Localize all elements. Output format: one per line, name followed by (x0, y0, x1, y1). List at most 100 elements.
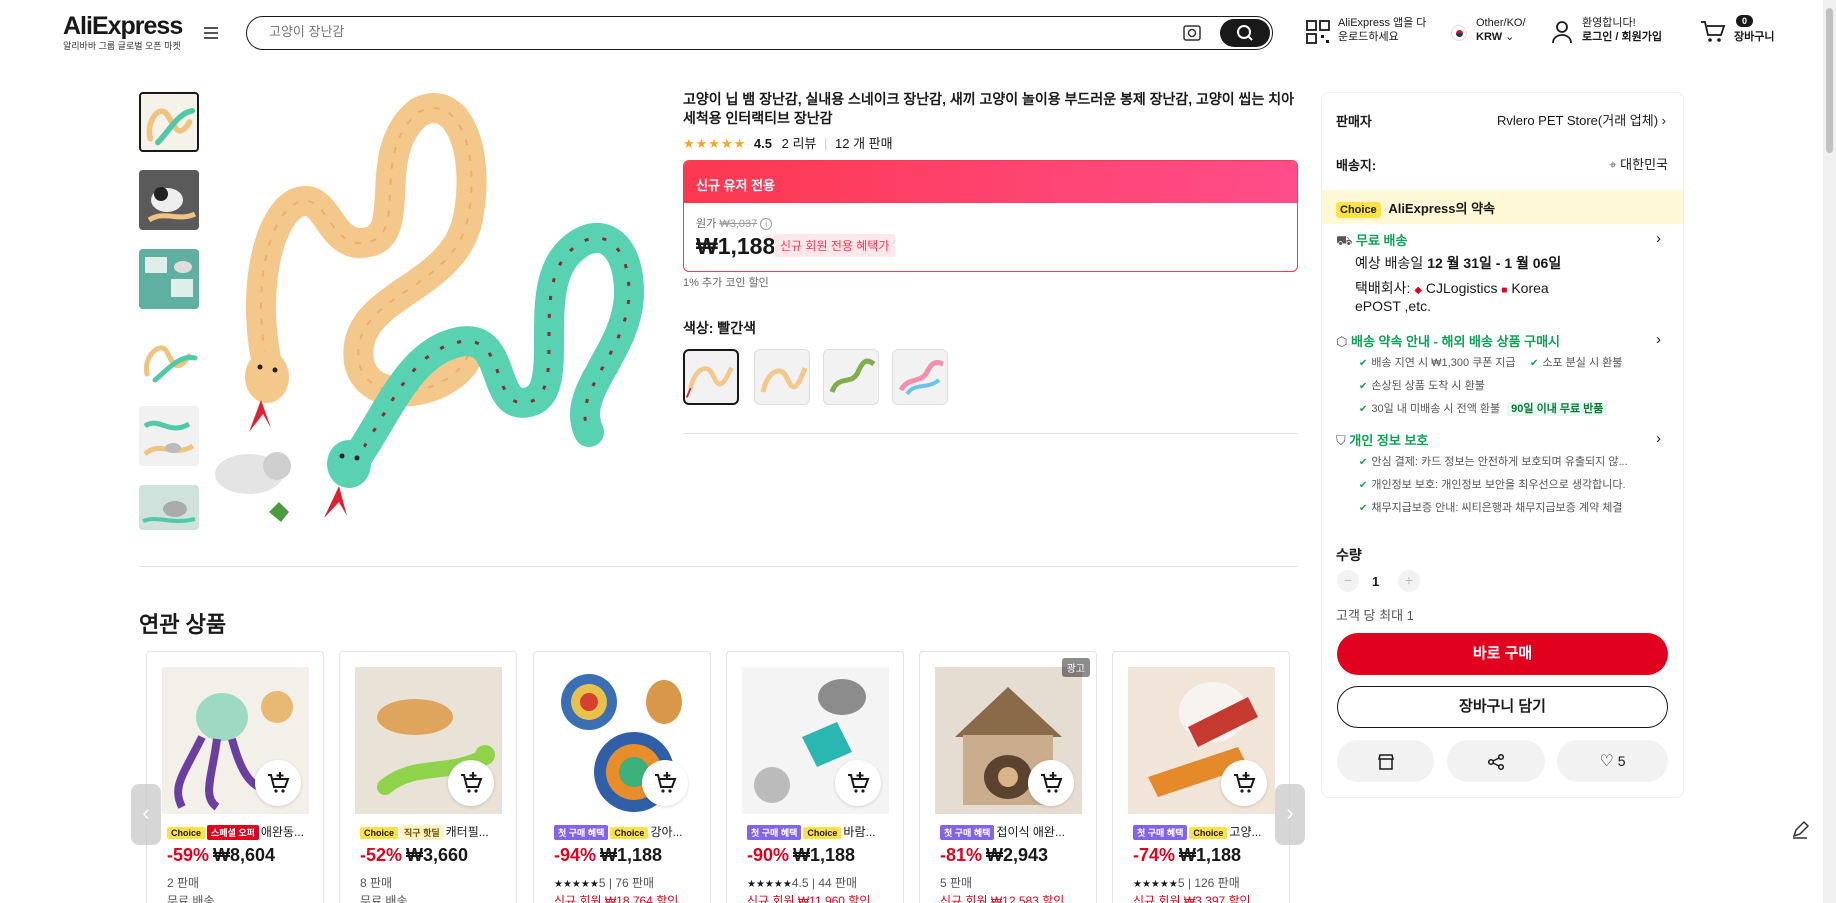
search-input[interactable] (269, 24, 1169, 39)
product-price: -81% ₩2,943 (940, 845, 1049, 865)
share-icon (1487, 754, 1505, 771)
logo-text[interactable]: AliExpress (63, 12, 183, 41)
product-card[interactable]: 첫 구매 혜택 Choice 강아... -94% ₩1,188 ★★★★★5 | 7… (533, 651, 711, 903)
store-button[interactable] (1337, 740, 1434, 782)
seller-label: 판매자 (1336, 114, 1372, 129)
search-button[interactable] (1220, 19, 1270, 47)
color-swatch-yellow[interactable] (754, 349, 810, 405)
product-card[interactable]: Choice 직구 핫딜 캐터필... -52% ₩3,660 8 판매 무료 배송 (339, 651, 517, 903)
product-card[interactable]: 첫 구매 혜택 Choice 고양... -74% ₩1,188 ★★★★★5 | 1… (1112, 651, 1290, 903)
chevron-right-icon[interactable]: › (1656, 331, 1661, 348)
coin-discount: 1% 추가 코인 할인 (683, 277, 769, 289)
add-to-cart-icon[interactable] (642, 760, 688, 806)
chevron-right-icon[interactable]: › (1656, 230, 1661, 247)
thumbnail-4[interactable] (139, 328, 199, 388)
logo-tagline: 알리바바 그룹 글로벌 오픈 마켓 (63, 41, 181, 51)
thumbnail-5[interactable] (139, 406, 199, 466)
color-swatch-red[interactable] (683, 349, 739, 405)
truck-icon: ⛟ (1336, 233, 1353, 248)
chevron-down-icon: ⌄ (1505, 31, 1515, 43)
rating-stars-icon: ★★★★★ (683, 136, 747, 151)
product-new-user-discount: 신규 회원 ₩3,397 할인 (1133, 894, 1251, 903)
privacy-item: ✔ 안심 결제: 카드 정보는 안전하게 보호되며 유출되지 않... (1359, 456, 1628, 468)
privacy-row[interactable]: ⛉ 개인 정보 보호 (1336, 430, 1428, 449)
qr-code-icon[interactable] (1306, 20, 1330, 44)
user-icon[interactable] (1551, 20, 1573, 44)
thumbnail-3[interactable] (139, 249, 199, 309)
page-scrollbar[interactable] (1823, 0, 1836, 903)
add-to-cart-button[interactable]: 장바구니 담기 (1337, 686, 1668, 728)
search-icon (1237, 25, 1253, 41)
product-name: 고양... (1229, 825, 1262, 839)
seller-link[interactable]: Rvlero PET Store(거래 업체) › (1489, 110, 1666, 129)
cj-logo-icon: ◆ (1414, 285, 1423, 296)
account-menu[interactable]: 환영합니다! 로그인 / 회원가입 (1582, 16, 1662, 44)
related-products-title: 연관 상품 (139, 612, 227, 637)
product-name: 접이식 애완... (996, 825, 1065, 839)
image-search-icon[interactable] (1182, 24, 1202, 42)
quantity-increase-button[interactable]: + (1398, 570, 1420, 592)
menu-icon[interactable] (202, 24, 220, 40)
carousel-next-button[interactable]: › (1275, 784, 1305, 845)
reviews-link[interactable]: 2 리뷰 (782, 136, 817, 151)
thumbnail-2[interactable] (139, 170, 199, 230)
product-price: -94% ₩1,188 (554, 845, 663, 865)
add-to-cart-icon[interactable] (448, 760, 494, 806)
product-rating: ★★★★★5 | 76 판매 (554, 876, 655, 890)
store-icon (1377, 754, 1394, 771)
product-card[interactable]: Choice 스페셜 오퍼 애완동... -59% ₩8,604 2 판매 무료 배송 (146, 651, 324, 903)
thumbnail-1[interactable] (139, 92, 199, 152)
locale-selector[interactable]: Other/KO/ KRW ⌄ (1476, 16, 1526, 44)
add-to-cart-icon[interactable] (835, 760, 881, 806)
ship-to-value[interactable]: ⌖ 대한민국 (1598, 154, 1668, 173)
ad-badge: 광고 (1061, 658, 1090, 677)
free-shipping-row[interactable]: ⛟ 무료 배송 (1336, 230, 1407, 251)
rating-row: ★★★★★ 4.5 2 리뷰 | 12 개 판매 (683, 136, 893, 151)
add-to-cart-icon[interactable] (1221, 760, 1267, 806)
product-card[interactable]: 첫 구매 혜택 Choice 바람... -90% ₩1,188 ★★★★★4.5 |… (726, 651, 904, 903)
color-swatch-pink[interactable] (892, 349, 948, 405)
new-user-promo: 신규 유저 전용 원가 ₩3,037 i ₩1,188 신규 회원 전용 혜택가 (683, 160, 1298, 272)
cart-icon[interactable] (1700, 20, 1726, 44)
chevron-right-icon: › (1661, 113, 1666, 128)
sold-count: 12 개 판매 (835, 136, 893, 151)
chevron-left-icon: ‹ (142, 800, 150, 825)
add-to-cart-icon[interactable] (1028, 760, 1074, 806)
product-name: 바람... (843, 825, 876, 839)
info-icon[interactable]: i (760, 218, 773, 230)
product-card[interactable]: 광고 첫 구매 혜택 접이식 애완... -81% ₩2,943 5 판매 신규 회… (919, 651, 1097, 903)
delivery-promise-row[interactable]: ⬡ 배송 약속 안내 - 해외 배송 상품 구매시 (1336, 331, 1560, 350)
free-return-badge: 90일 이내 무료 반품 (1507, 402, 1608, 416)
promo-header: 신규 유저 전용 (684, 161, 1297, 203)
cart-label[interactable]: 장바구니 (1734, 30, 1774, 44)
color-swatch-green[interactable] (823, 349, 879, 405)
app-download[interactable]: AliExpress 앱을 다 운로드하세요 (1338, 16, 1426, 44)
estimated-delivery: 예상 배송일 12 월 31일 - 1 월 06일 (1355, 255, 1562, 271)
buy-now-button[interactable]: 바로 구매 (1337, 633, 1668, 675)
chevron-right-icon[interactable]: › (1656, 430, 1661, 447)
wishlist-button[interactable]: ♡ 5 (1557, 740, 1668, 782)
color-label: 색상: 빨간색 (683, 320, 756, 336)
promise-item: ✔ 30일 내 미배송 시 전액 환불 90일 이내 무료 반품 (1359, 400, 1608, 416)
carousel-prev-button[interactable]: ‹ (131, 784, 161, 845)
chevron-right-icon: › (1286, 800, 1294, 825)
thumbnail-6[interactable] (139, 485, 199, 530)
product-main-image[interactable] (209, 92, 659, 542)
feedback-edit-icon[interactable] (1790, 820, 1810, 840)
original-price: 원가 ₩3,037 i (696, 215, 773, 231)
product-sold: 5 판매 (940, 876, 973, 890)
product-title: 고양이 닙 뱀 장난감, 실내용 스네이크 장난감, 새끼 고양이 놀이용 부드… (683, 91, 1294, 126)
choice-tag: Choice (1336, 202, 1381, 218)
flag-icon (1451, 25, 1467, 41)
quantity-decrease-button[interactable]: − (1337, 570, 1359, 592)
add-to-cart-icon[interactable] (255, 760, 301, 806)
product-shipping: 무료 배송 (360, 894, 408, 903)
quantity-limit: 고객 당 최대 1 (1336, 608, 1414, 623)
rating-value: 4.5 (753, 136, 772, 151)
share-button[interactable] (1447, 740, 1545, 782)
product-sold: 8 판매 (360, 876, 393, 890)
quantity-value[interactable]: 1 (1372, 574, 1379, 589)
promise-item: ✔ 소포 분실 시 환불 (1530, 357, 1623, 369)
logo[interactable]: AliExpress 알리바바 그룹 글로벌 오픈 마켓 (63, 12, 183, 52)
epost-logo-icon: ■ (1501, 285, 1508, 296)
